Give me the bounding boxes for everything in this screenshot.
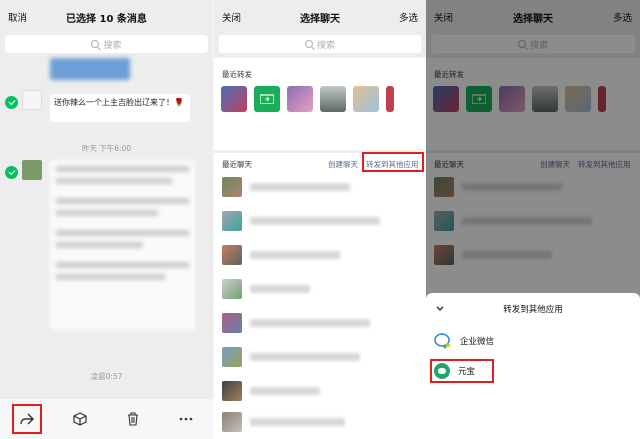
top-bar: 关闭 选择聊天 多选 [214,0,426,34]
favorite-button[interactable] [65,404,95,434]
chat-row[interactable] [222,311,418,335]
app-item-yuanbao[interactable]: 元宝 [434,363,475,379]
blurred-message-stack [50,160,195,330]
chat-row[interactable] [222,345,418,369]
recent-chats-label: 最近聊天 [222,160,252,169]
multi-select-button[interactable]: 多选 [399,10,418,24]
search-placeholder: 搜索 [103,40,122,51]
recent-avatar[interactable] [320,86,346,112]
search-icon [304,40,313,48]
more-button[interactable] [171,404,201,434]
folder-icon [260,94,274,104]
timestamp: 凌晨0:57 [90,372,123,381]
recent-avatar[interactable] [353,86,379,112]
forward-apps-sheet: 转发到其他应用 企业微信 元宝 [426,293,640,439]
app-label: 企业微信 [460,337,495,347]
search-input[interactable]: 搜索 [219,35,421,53]
select-chat-panel: 关闭 选择聊天 多选 搜索 最近转发 最近聊天 创建聊天 转发到其他应用 [213,0,426,439]
avatar[interactable] [22,160,42,180]
search-input[interactable]: 搜索 [5,35,208,53]
chat-row[interactable] [222,243,418,267]
page-title: 选择聊天 [300,13,340,25]
search-icon [91,40,100,48]
text-message-bubble[interactable]: 送你辣么一个上主吉脸出辽来了！🌹 [50,94,190,122]
close-button[interactable]: 关闭 [222,10,241,24]
chat-row[interactable] [222,410,418,434]
chat-row[interactable] [222,209,418,233]
delete-button[interactable] [118,404,148,434]
selected-check-icon[interactable] [5,96,18,109]
app-item-wecom[interactable]: 企业微信 [434,333,494,349]
recent-avatar[interactable] [221,86,247,112]
trash-icon [128,412,139,426]
more-icon [180,417,193,421]
forward-button[interactable] [11,404,42,434]
yuanbao-icon [434,363,450,379]
message-select-panel: 取消 已选择 10 条消息 搜索 送你辣么一个上主吉脸出辽来了！🌹 昨天 下午6… [0,0,213,439]
chat-row[interactable] [222,277,418,301]
recent-avatar[interactable] [254,86,280,112]
chat-row[interactable] [222,175,418,199]
recent-forward-label: 最近转发 [222,70,252,79]
cube-icon [73,412,87,426]
page-title: 已选择 10 条消息 [66,13,147,25]
create-chat-link[interactable]: 创建聊天 [328,159,358,170]
image-message[interactable] [50,58,130,80]
message-text: 送你辣么一个上主吉脸出辽来了！🌹 [54,98,184,107]
timestamp: 昨天 下午6:00 [81,144,132,153]
recent-avatar[interactable] [386,86,394,112]
recent-forward-list [221,86,394,112]
cancel-button[interactable]: 取消 [8,10,27,24]
recent-avatar[interactable] [287,86,313,112]
wecom-icon [434,333,450,349]
app-label: 元宝 [458,367,476,377]
forward-other-apps-panel: 关闭 选择聊天 多选 搜索 最近转发 最近聊天 创建聊天 转发到其他应用 转发到… [426,0,640,439]
search-placeholder: 搜索 [316,40,335,51]
top-bar: 取消 已选择 10 条消息 [0,0,213,34]
chat-row[interactable] [222,379,418,403]
sheet-title: 转发到其他应用 [503,305,563,315]
action-bar [0,399,213,439]
forward-other-apps-link[interactable]: 转发到其他应用 [366,159,419,170]
forward-icon [19,413,34,425]
avatar[interactable] [22,90,42,110]
selected-check-icon[interactable] [5,166,18,179]
